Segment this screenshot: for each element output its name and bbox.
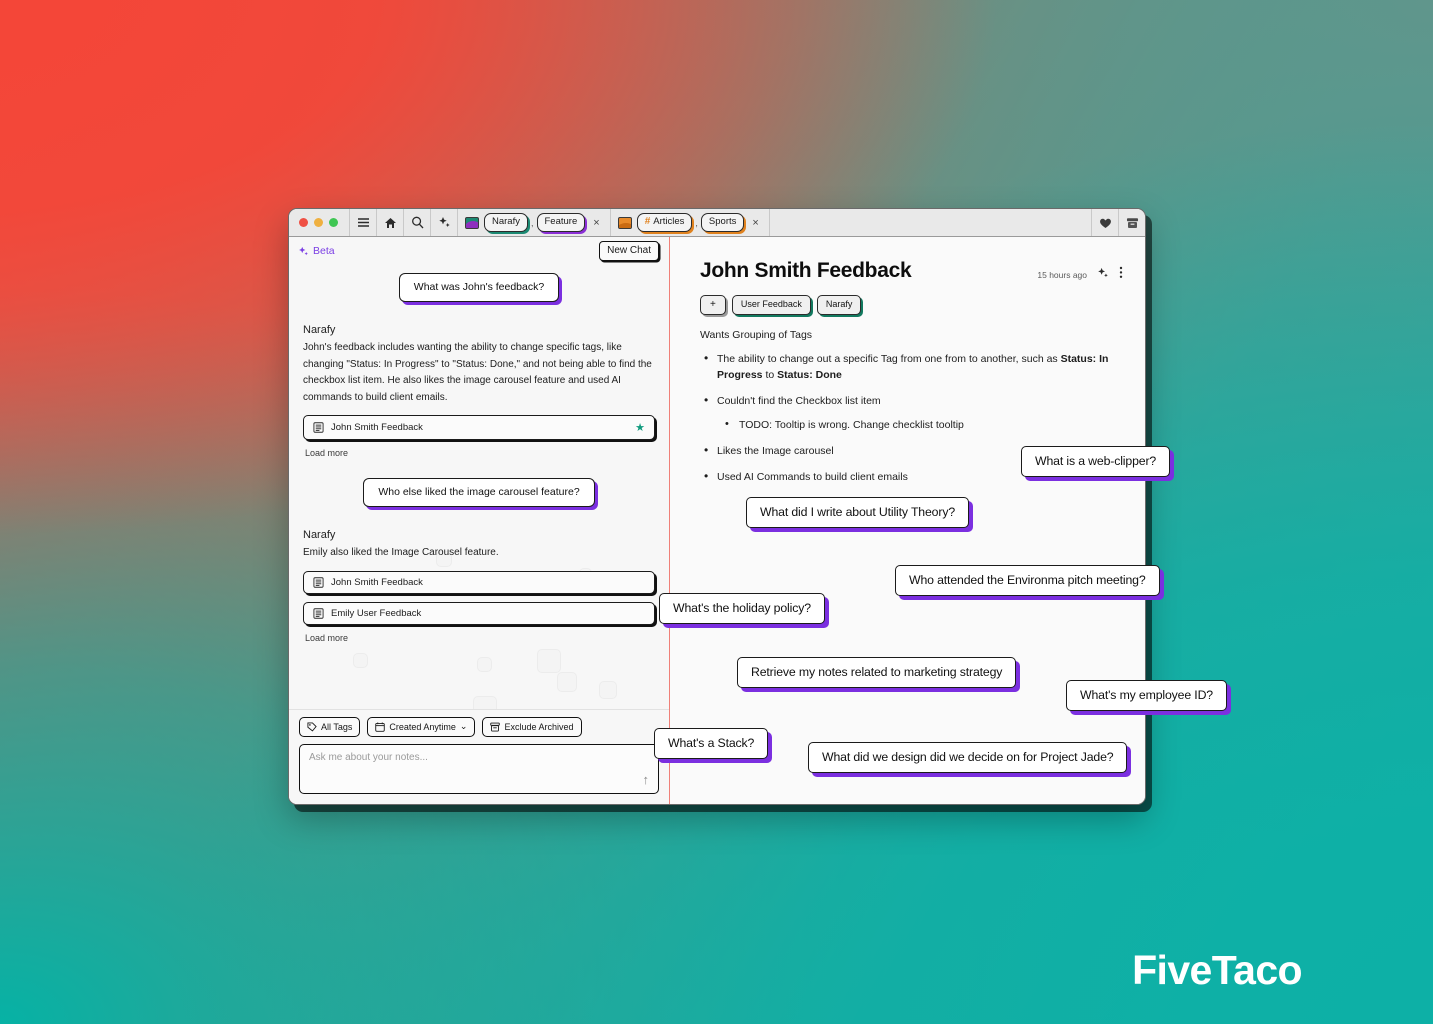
note-tag-list: + User Feedback Narafy bbox=[700, 295, 1123, 315]
minimize-window-button[interactable] bbox=[314, 218, 323, 227]
search-icon[interactable] bbox=[403, 209, 430, 236]
note-lead-paragraph: Wants Grouping of Tags bbox=[700, 329, 813, 341]
note-reference-card[interactable]: John Smith Feedback ★ bbox=[303, 415, 655, 440]
nested-bullet-list: TODO: Tooltip is wrong. Change checklist… bbox=[717, 416, 1123, 433]
archive-box-icon bbox=[490, 722, 501, 732]
titlebar-right-actions bbox=[1091, 209, 1145, 236]
note-icon bbox=[313, 576, 324, 588]
suggestion-chip[interactable]: What's the holiday policy? bbox=[659, 593, 825, 624]
list-item: The ability to change out a specific Tag… bbox=[700, 350, 1123, 383]
add-tag-button[interactable]: + bbox=[700, 295, 726, 315]
assistant-name: Narafy bbox=[303, 324, 336, 336]
bullet-text-plain-1: The ability to change out a specific Tag… bbox=[717, 353, 1061, 365]
note-header-actions: 15 hours ago bbox=[1037, 259, 1123, 284]
filter-all-tags-label: All Tags bbox=[321, 721, 353, 732]
tab-articles-label: Articles bbox=[653, 216, 685, 228]
load-more-button[interactable]: Load more bbox=[305, 633, 655, 643]
maximize-window-button[interactable] bbox=[329, 218, 338, 227]
home-icon[interactable] bbox=[376, 209, 403, 236]
list-item: Couldn't find the Checkbox list item TOD… bbox=[700, 392, 1123, 433]
filter-created-date-button[interactable]: Created Anytime ⌄ bbox=[367, 717, 476, 737]
bullet-text-plain-2: to bbox=[762, 369, 778, 381]
close-tab-group-icon[interactable]: × bbox=[590, 217, 602, 229]
tab-group-color-swatch bbox=[617, 216, 632, 229]
load-more-button[interactable]: Load more bbox=[305, 448, 655, 458]
chat-messages-scroll[interactable]: What was John's feedback? Narafy John's … bbox=[289, 265, 669, 709]
chat-turn: What was John's feedback? bbox=[303, 273, 655, 302]
list-item: TODO: Tooltip is wrong. Change checklist… bbox=[717, 416, 1123, 433]
suggestion-chip[interactable]: Retrieve my notes related to marketing s… bbox=[737, 657, 1017, 688]
beta-label: Beta bbox=[313, 245, 335, 257]
page-title: John Smith Feedback bbox=[700, 259, 912, 282]
chat-header: Beta New Chat bbox=[289, 237, 669, 265]
tab-articles[interactable]: # Articles bbox=[636, 213, 693, 232]
chevron-down-icon: ⌄ bbox=[459, 721, 468, 731]
window-titlebar: Narafy , Feature × # Articles , Sports × bbox=[289, 209, 1145, 237]
bullet-text-bold-2: Status: Done bbox=[777, 369, 842, 381]
heart-icon[interactable] bbox=[1091, 209, 1118, 236]
assistant-message: Emily also liked the Image Carousel feat… bbox=[303, 547, 499, 558]
suggestion-chip[interactable]: What did we design did we decide on for … bbox=[808, 742, 1128, 773]
note-reference-title: John Smith Feedback bbox=[331, 576, 423, 588]
note-timestamp: 15 hours ago bbox=[1037, 270, 1087, 280]
ai-sparkle-icon[interactable] bbox=[1097, 266, 1109, 284]
suggestion-chip[interactable]: What's a Stack? bbox=[654, 728, 769, 759]
suggestion-chip[interactable]: Who attended the Environma pitch meeting… bbox=[895, 565, 1160, 596]
close-window-button[interactable] bbox=[299, 218, 308, 227]
close-tab-group-icon[interactable]: × bbox=[749, 217, 761, 229]
archive-icon[interactable] bbox=[1118, 209, 1145, 236]
more-options-icon[interactable] bbox=[1119, 266, 1123, 284]
tag-narafy[interactable]: Narafy bbox=[816, 295, 862, 315]
window-controls bbox=[289, 209, 349, 236]
chat-turn: Who else liked the image carousel featur… bbox=[303, 478, 655, 507]
star-icon[interactable]: ★ bbox=[635, 421, 645, 434]
menu-icon[interactable] bbox=[349, 209, 376, 236]
suggestion-chip[interactable]: What's my employee ID? bbox=[1066, 680, 1227, 711]
note-reference-card[interactable]: Emily User Feedback bbox=[303, 601, 655, 625]
assistant-message: John's feedback includes wanting the abi… bbox=[303, 342, 652, 403]
note-reference-title: Emily User Feedback bbox=[331, 607, 422, 619]
calendar-icon bbox=[375, 722, 386, 732]
app-window: Narafy , Feature × #Articles , Sports × bbox=[288, 208, 1146, 805]
filter-created-date-label: Created Anytime bbox=[389, 721, 456, 732]
bullet-text: Couldn't find the Checkbox list item bbox=[717, 395, 881, 407]
note-icon bbox=[313, 422, 324, 433]
send-message-button[interactable]: ↑ bbox=[643, 772, 650, 787]
filter-all-tags-button[interactable]: All Tags bbox=[299, 717, 361, 737]
chat-input-box[interactable]: Ask me about your notes... ↑ bbox=[299, 744, 659, 794]
tag-user-feedback[interactable]: User Feedback bbox=[731, 295, 811, 315]
chat-input-placeholder: Ask me about your notes... bbox=[309, 752, 428, 763]
user-message-bubble[interactable]: What was John's feedback? bbox=[398, 273, 560, 302]
chat-composer: All Tags Created Anytime ⌄ Exclude Archi… bbox=[289, 709, 669, 804]
ai-sparkle-icon bbox=[299, 246, 308, 255]
filter-exclude-archived-label: Exclude Archived bbox=[504, 721, 574, 732]
filter-exclude-archived-button[interactable]: Exclude Archived bbox=[482, 717, 582, 737]
note-reference-card[interactable]: John Smith Feedback bbox=[303, 570, 655, 594]
suggestion-chip[interactable]: What did I write about Utility Theory? bbox=[746, 497, 970, 528]
tab-sports[interactable]: Sports bbox=[700, 213, 745, 232]
assistant-name: Narafy bbox=[303, 529, 336, 541]
new-chat-button[interactable]: New Chat bbox=[599, 241, 659, 261]
tab-feature[interactable]: Feature bbox=[536, 213, 586, 232]
hash-icon: # bbox=[644, 216, 651, 227]
tab-group-articles[interactable]: # Articles , Sports × bbox=[609, 209, 769, 236]
ai-chat-panel: Beta New Chat What was John's feedback? … bbox=[289, 237, 670, 804]
note-reference-title: John Smith Feedback bbox=[331, 422, 423, 433]
window-content: Beta New Chat What was John's feedback? … bbox=[289, 237, 1145, 804]
fivetaco-logo: FiveTaco bbox=[1132, 947, 1302, 993]
suggestion-chip[interactable]: What is a web-clipper? bbox=[1021, 446, 1171, 477]
tab-separator: , bbox=[530, 217, 534, 228]
tab-group-color-swatch bbox=[465, 216, 479, 229]
ai-sparkle-icon[interactable] bbox=[430, 209, 457, 236]
tab-narafy[interactable]: Narafy bbox=[484, 213, 528, 232]
user-message-bubble[interactable]: Who else liked the image carousel featur… bbox=[363, 478, 595, 507]
titlebar-drag-area bbox=[768, 209, 1091, 236]
tag-icon bbox=[307, 721, 317, 732]
tab-separator: , bbox=[695, 217, 698, 228]
tab-group-narafy[interactable]: Narafy , Feature × bbox=[457, 209, 610, 236]
beta-badge: Beta bbox=[298, 245, 335, 257]
note-icon bbox=[313, 607, 324, 619]
composer-filters: All Tags Created Anytime ⌄ Exclude Archi… bbox=[299, 717, 659, 737]
note-header: John Smith Feedback 15 hours ago bbox=[700, 259, 1123, 284]
